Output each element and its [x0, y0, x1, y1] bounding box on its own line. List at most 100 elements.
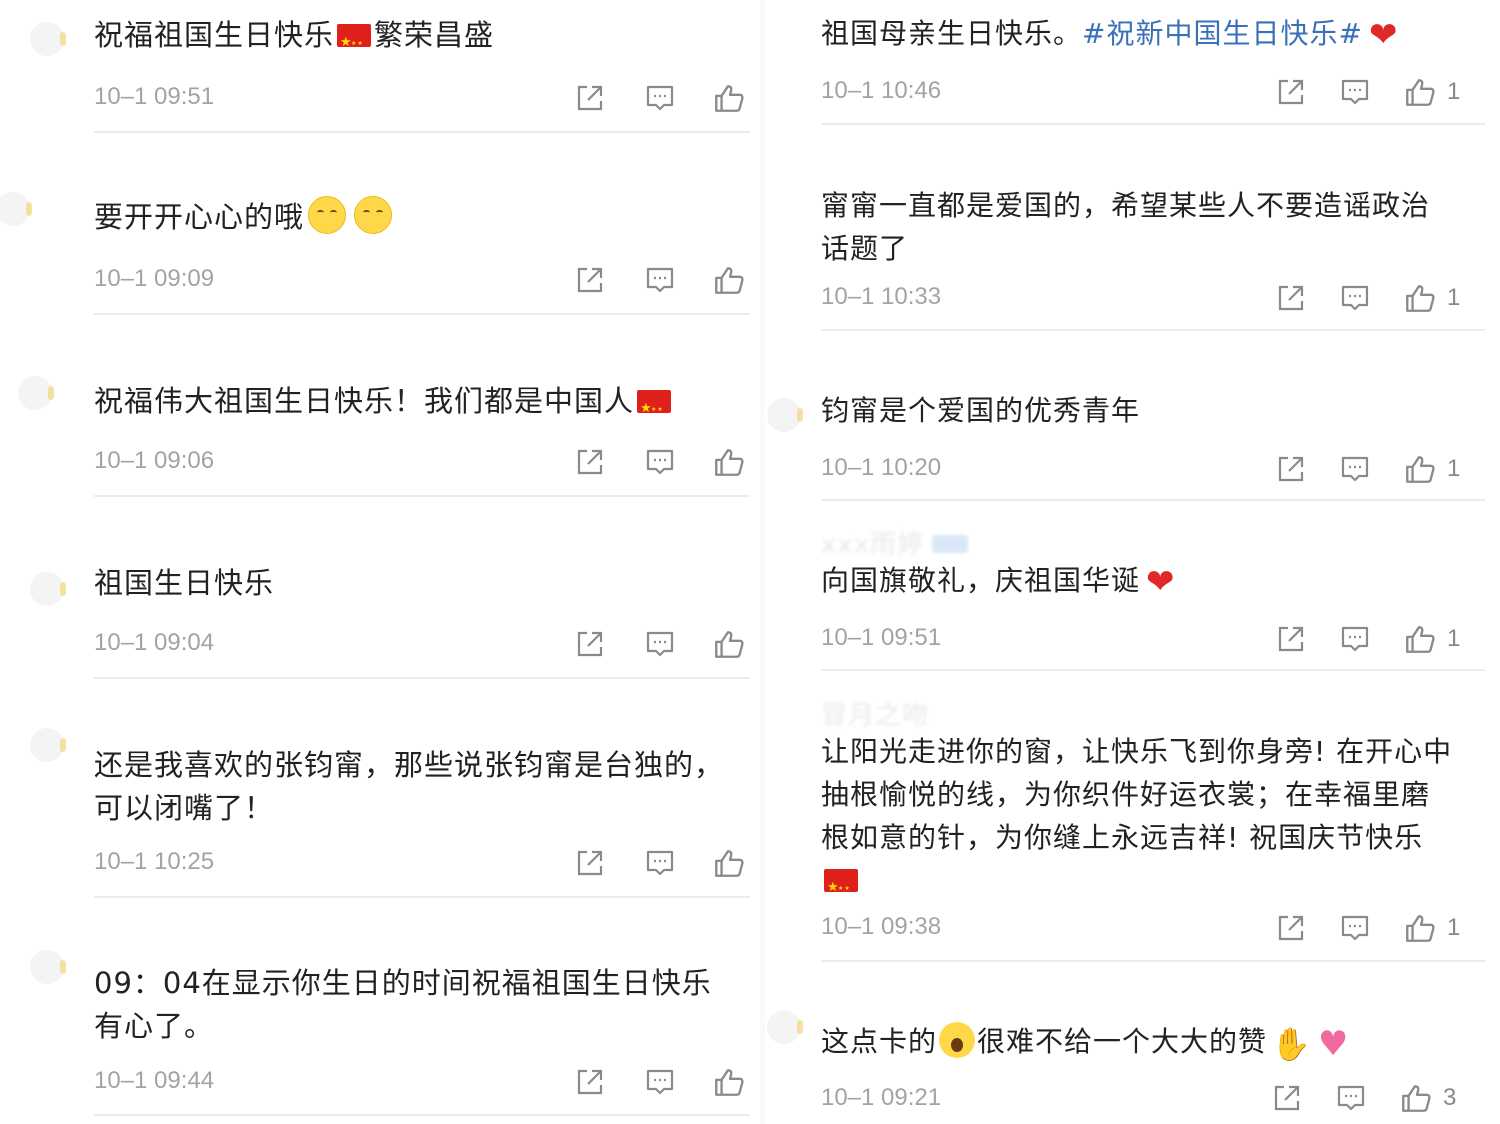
comment-button[interactable]	[1339, 908, 1371, 948]
username[interactable]: xxx雨婷	[821, 524, 969, 561]
comment-icon	[1339, 76, 1371, 108]
red-heart-icon: ❤	[1146, 562, 1176, 602]
comment-icon	[644, 628, 676, 660]
share-icon	[574, 847, 606, 879]
comment-button[interactable]	[644, 1062, 676, 1102]
share-button[interactable]	[1275, 908, 1307, 948]
like-icon	[1403, 452, 1437, 486]
like-icon	[1403, 622, 1437, 656]
avatar[interactable]	[18, 376, 54, 410]
share-button[interactable]	[1275, 449, 1307, 489]
avatar[interactable]	[30, 728, 66, 762]
comment-icon	[1339, 912, 1371, 944]
divider	[94, 677, 750, 679]
like-button[interactable]: 1	[1403, 449, 1460, 489]
comment-text: 祝福伟大祖国生日快乐！我们都是中国人	[94, 380, 674, 431]
like-icon	[1403, 75, 1437, 109]
comment-button[interactable]	[1335, 1078, 1367, 1118]
like-button[interactable]	[712, 78, 746, 118]
avatar[interactable]	[30, 22, 66, 56]
comment-icon	[644, 82, 676, 114]
share-icon	[574, 264, 606, 296]
comment-icon	[644, 264, 676, 296]
comment-button[interactable]	[1339, 278, 1371, 318]
share-button[interactable]	[1275, 72, 1307, 112]
share-button[interactable]	[574, 442, 606, 482]
like-button[interactable]	[712, 624, 746, 664]
comment-text: 09：04在显示你生日的时间祝福祖国生日快乐 有心了。	[94, 966, 712, 1043]
comment-icon	[644, 446, 676, 478]
like-button[interactable]	[712, 260, 746, 300]
like-count: 1	[1447, 284, 1461, 311]
china-flag-icon	[824, 866, 858, 910]
like-count: 1	[1447, 78, 1461, 105]
comment-button[interactable]	[1339, 449, 1371, 489]
comment-text: 祝福祖国生日快乐繁荣昌盛	[94, 14, 494, 65]
like-count: 1	[1447, 914, 1461, 941]
hashtag-link[interactable]: #祝新中国生日快乐#	[1082, 17, 1363, 50]
comment-icon	[644, 847, 676, 879]
share-icon	[1271, 1082, 1303, 1114]
scream-emoji-icon	[939, 1022, 976, 1058]
avatar[interactable]	[767, 1010, 803, 1044]
like-button[interactable]: 1	[1403, 619, 1460, 659]
comment-text: 向国旗敬礼，庆祖国华诞 ❤	[821, 562, 1176, 602]
like-icon	[1403, 911, 1437, 945]
divider	[94, 313, 750, 315]
comment-time: 10–1 10:46	[821, 77, 942, 104]
comment-text: 这点卡的 很难不给一个大大的赞 ✋ ♥	[821, 1022, 1350, 1064]
comment-time: 10–1 09:04	[94, 629, 215, 656]
like-button[interactable]	[712, 442, 746, 482]
like-icon	[1399, 1081, 1433, 1115]
like-icon	[1403, 281, 1437, 315]
comment-text: 要开开心心的哦	[94, 196, 393, 239]
divider	[821, 123, 1485, 125]
share-button[interactable]	[1271, 1078, 1303, 1118]
comment-time: 10–1 09:51	[94, 83, 215, 110]
avatar[interactable]	[30, 950, 66, 984]
like-button[interactable]: 3	[1399, 1078, 1456, 1118]
kiss-emoji-icon	[354, 196, 393, 234]
like-button[interactable]: 1	[1403, 278, 1460, 318]
comment-button[interactable]	[644, 442, 676, 482]
share-icon	[574, 1066, 606, 1098]
like-icon	[712, 627, 746, 661]
like-icon	[712, 81, 746, 115]
avatar[interactable]	[0, 192, 32, 226]
comment-button[interactable]	[644, 78, 676, 118]
comment-button[interactable]	[644, 260, 676, 300]
divider	[94, 131, 750, 133]
share-icon	[1275, 76, 1307, 108]
comment-icon	[1335, 1082, 1367, 1114]
share-icon	[574, 82, 606, 114]
comment-button[interactable]	[1339, 72, 1371, 112]
share-button[interactable]	[574, 843, 606, 883]
like-button[interactable]: 1	[1403, 72, 1460, 112]
comment-button[interactable]	[1339, 619, 1371, 659]
like-button[interactable]	[712, 843, 746, 883]
share-button[interactable]	[574, 260, 606, 300]
share-button[interactable]	[1275, 278, 1307, 318]
divider	[821, 499, 1485, 501]
share-button[interactable]	[574, 624, 606, 664]
like-icon	[712, 445, 746, 479]
comment-text: 祖国母亲生日快乐。#祝新中国生日快乐# ❤	[821, 15, 1399, 55]
avatar[interactable]	[767, 398, 803, 432]
avatar[interactable]	[30, 572, 66, 606]
comment-button[interactable]	[644, 843, 676, 883]
share-button[interactable]	[574, 78, 606, 118]
comment-time: 10–1 09:44	[94, 1067, 215, 1094]
kiss-emoji-icon	[308, 196, 347, 234]
like-button[interactable]	[712, 1062, 746, 1102]
username[interactable]: 冒月之吻	[821, 695, 929, 732]
china-flag-icon	[337, 21, 372, 65]
share-button[interactable]	[574, 1062, 606, 1102]
like-button[interactable]: 1	[1403, 908, 1460, 948]
comment-button[interactable]	[644, 624, 676, 664]
comment-time: 10–1 10:33	[821, 283, 942, 310]
like-count: 3	[1443, 1084, 1457, 1111]
comment-icon	[644, 1066, 676, 1098]
comment-icon	[1339, 623, 1371, 655]
clap-emoji-icon: ✋	[1271, 1025, 1312, 1063]
share-button[interactable]	[1275, 619, 1307, 659]
